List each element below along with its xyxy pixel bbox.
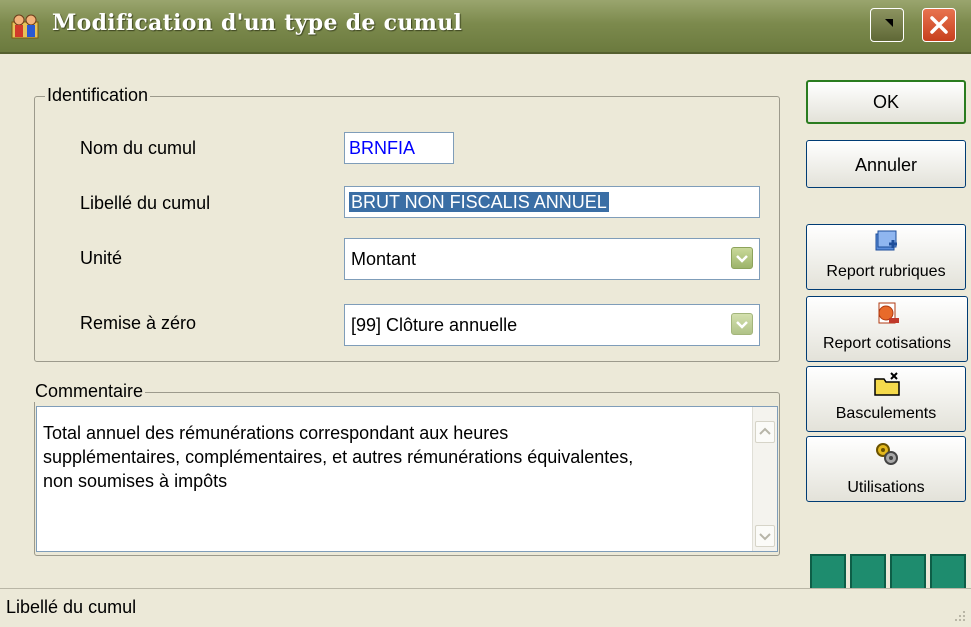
report-rubriques-button[interactable]: Report rubriques (806, 224, 966, 290)
title-bar[interactable]: Modification d'un type de cumul (0, 0, 971, 54)
identification-group-title: Identification (45, 85, 151, 106)
basculements-label: Basculements (835, 405, 937, 422)
commentaire-group-title: Commentaire (33, 381, 146, 402)
scroll-down-button[interactable] (755, 525, 775, 547)
utilisations-label: Utilisations (847, 479, 925, 496)
commentaire-scrollbar[interactable] (752, 407, 777, 551)
dialog-window: Modification d'un type de cumul Identifi… (0, 0, 971, 627)
basculements-button[interactable]: Basculements (806, 366, 966, 432)
ok-button[interactable]: OK (806, 80, 966, 124)
remise-value: [99] Clôture annuelle (351, 315, 518, 335)
unite-value: Montant (351, 249, 417, 269)
nav-previous-button[interactable] (850, 554, 886, 590)
scroll-up-button[interactable] (755, 421, 775, 443)
report-cotisations-label: Report cotisations (822, 335, 952, 352)
remise-label: Remise à zéro (80, 313, 197, 333)
chevron-down-icon (736, 255, 748, 263)
utilisations-button[interactable]: Utilisations (806, 436, 966, 502)
ok-label: OK (872, 92, 899, 112)
chevron-down-icon (759, 533, 771, 541)
close-icon (930, 16, 948, 34)
report-rubriques-label: Report rubriques (826, 263, 946, 280)
last-record-icon (940, 563, 957, 581)
libelle-field[interactable]: BRUT NON FISCALIS ANNUEL (344, 186, 760, 218)
people-icon (11, 14, 39, 39)
commentaire-text: Total annuel des rémunérations correspon… (43, 421, 743, 493)
chevron-down-icon (736, 321, 748, 329)
next-record-icon (902, 563, 915, 581)
commentaire-textarea[interactable]: Total annuel des rémunérations correspon… (36, 406, 778, 552)
libelle-value: BRUT NON FISCALIS ANNUEL (349, 192, 609, 212)
minimize-icon (885, 19, 893, 27)
previous-record-icon (861, 563, 874, 581)
unite-label: Unité (80, 248, 123, 268)
unite-select[interactable]: Montant (344, 238, 760, 280)
chevron-up-icon (759, 427, 771, 435)
annuler-label: Annuler (854, 155, 918, 175)
annuler-button[interactable]: Annuler (806, 140, 966, 188)
report-rubriques-icon (875, 230, 897, 251)
libelle-label: Libellé du cumul (80, 193, 211, 213)
commentaire-line-3: non soumises à impôts (43, 471, 228, 491)
nom-field[interactable]: BRNFIA (344, 132, 454, 164)
nav-first-button[interactable] (810, 554, 846, 590)
nom-value: BRNFIA (349, 138, 416, 158)
status-text: Libellé du cumul (6, 597, 137, 617)
nav-next-button[interactable] (890, 554, 926, 590)
folder-icon (874, 372, 900, 396)
gears-icon (876, 443, 898, 465)
report-cotisations-button[interactable]: Report cotisations (806, 296, 968, 362)
commentaire-line-2: supplémentaires, complémentaires, et aut… (43, 447, 634, 467)
remise-dropdown-button[interactable] (731, 313, 753, 335)
nav-last-button[interactable] (930, 554, 966, 590)
window-title: Modification d'un type de cumul (52, 10, 463, 36)
resize-grip-icon[interactable] (953, 609, 967, 623)
close-button[interactable] (922, 8, 956, 42)
unite-dropdown-button[interactable] (731, 247, 753, 269)
report-cotisations-icon (878, 302, 899, 324)
commentaire-line-1: Total annuel des rémunérations correspon… (43, 423, 509, 443)
status-bar: Libellé du cumul (0, 588, 971, 627)
nom-label: Nom du cumul (80, 138, 197, 158)
first-record-icon (819, 563, 836, 581)
minimize-button[interactable] (870, 8, 904, 42)
remise-select[interactable]: [99] Clôture annuelle (344, 304, 760, 346)
